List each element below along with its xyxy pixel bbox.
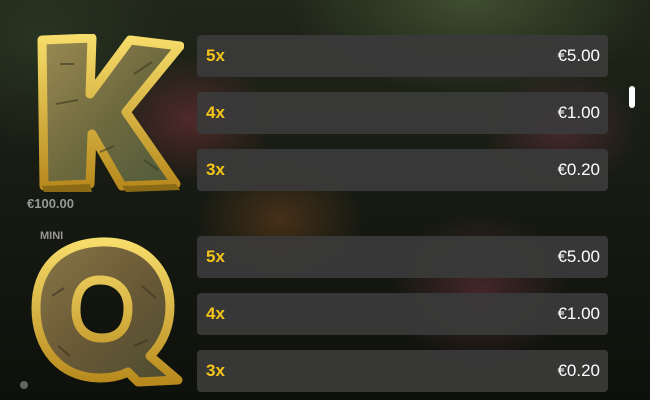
prize-value: €0.20 [557, 160, 600, 179]
prize-value: €1.00 [557, 304, 600, 323]
page-indicator-dot [20, 381, 28, 389]
prize-value: €5.00 [557, 46, 600, 65]
prize-value: €1.00 [557, 103, 600, 122]
background-jackpot-value: €100.00 [27, 196, 74, 211]
scrollbar-thumb[interactable] [629, 86, 635, 108]
multiplier-label: 3x [206, 160, 225, 179]
k-card-symbol-icon [37, 34, 184, 192]
prize-value: €0.20 [557, 361, 600, 380]
paytable-row-q-3x: 3x €0.20 [197, 350, 608, 392]
paytable-row-q-4x: 4x €1.00 [197, 293, 608, 335]
multiplier-label: 5x [206, 46, 225, 65]
q-card-symbol-icon [31, 237, 183, 387]
paytable-row-k-4x: 4x €1.00 [197, 92, 608, 134]
paytable-row-k-3x: 3x €0.20 [197, 149, 608, 191]
paytable-row-k-5x: 5x €5.00 [197, 35, 608, 77]
multiplier-label: 4x [206, 304, 225, 323]
multiplier-label: 5x [206, 247, 225, 266]
multiplier-label: 3x [206, 361, 225, 380]
multiplier-label: 4x [206, 103, 225, 122]
paytable-row-q-5x: 5x €5.00 [197, 236, 608, 278]
prize-value: €5.00 [557, 247, 600, 266]
